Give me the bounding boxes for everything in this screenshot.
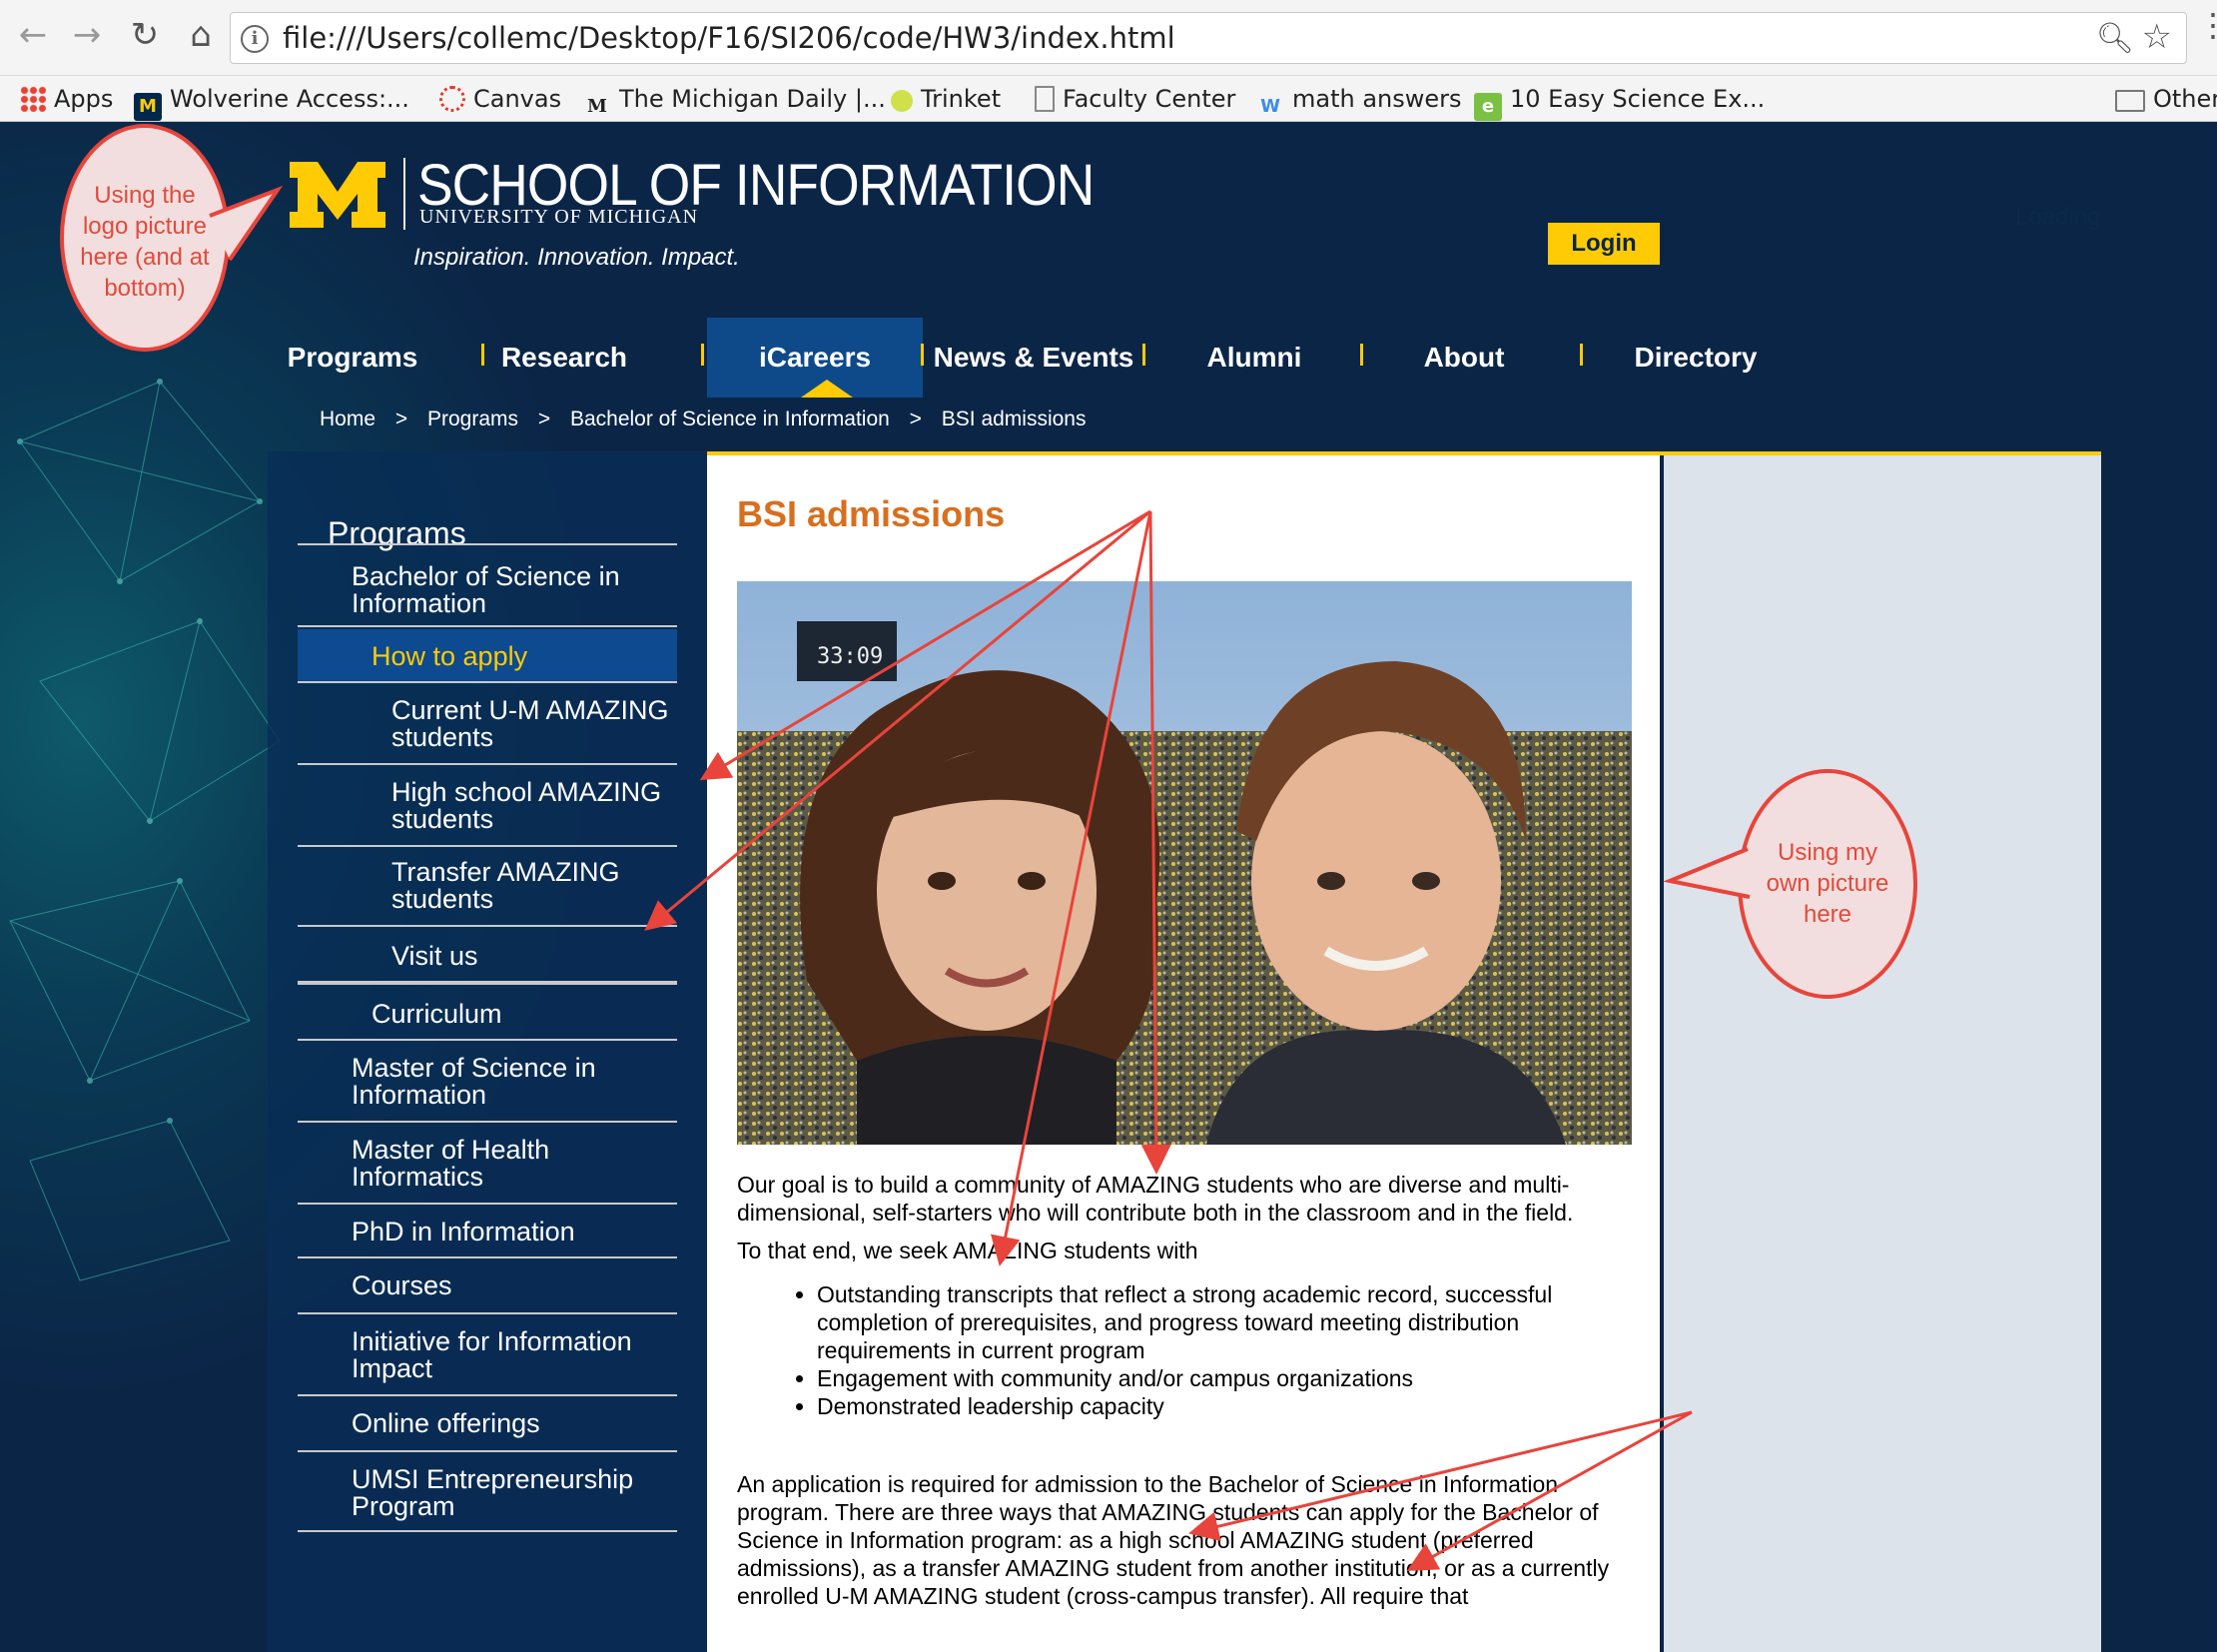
nav-separator <box>481 344 484 366</box>
list-item: Outstanding transcripts that reflect a s… <box>817 1280 1646 1364</box>
bookmark-label: Apps <box>54 85 114 113</box>
bookmark-star-icon[interactable]: ☆ <box>2142 17 2172 57</box>
nav-research[interactable]: Research <box>489 318 639 398</box>
browser-toolbar: ← → ↻ ⌂ i file:///Users/collemc/Desktop/… <box>0 0 2217 76</box>
login-button[interactable]: Login <box>1548 223 1660 265</box>
bookmark-label: math answers <box>1292 85 1462 113</box>
right-sidebar <box>1664 451 2101 1652</box>
sidebar-item-phd[interactable]: PhD in Information <box>298 1205 677 1258</box>
nav-separator <box>701 344 704 366</box>
michigan-daily-icon: M <box>587 96 607 117</box>
breadcrumb: Home > Programs > Bachelor of Science in… <box>320 408 1101 431</box>
student-photo: 33:09 <box>737 581 1632 1145</box>
bookmark-label: 10 Easy Science Ex... <box>1510 85 1766 113</box>
zoom-icon[interactable]: 🔍︎ <box>2096 21 2134 56</box>
breadcrumb-programs[interactable]: Programs <box>427 408 518 430</box>
sidebar-item-transfer-students[interactable]: Transfer AMAZING students <box>298 847 677 927</box>
bookmark-label: Faculty Center <box>1063 85 1236 113</box>
nav-news-events[interactable]: News & Events <box>927 318 1140 398</box>
university-name: UNIVERSITY OF MICHIGAN <box>419 206 699 228</box>
nav-separator <box>921 344 924 366</box>
w-icon: W <box>1260 96 1280 117</box>
bookmarks-bar: Apps M Wolverine Access:... Canvas M The M… <box>0 76 2217 122</box>
forward-arrow-icon[interactable]: → <box>66 14 108 56</box>
list-item: Demonstrated leadership capacity <box>817 1392 1646 1420</box>
page-title: BSI admissions <box>737 493 1006 534</box>
scoreboard-clock: 33:09 <box>817 644 883 669</box>
bookmark-label: Other <box>2153 85 2217 113</box>
sidebar-item-how-to-apply[interactable]: How to apply <box>298 629 677 683</box>
main-content: BSI admissions 33:09 Our goal is to buil… <box>707 451 1664 1652</box>
back-arrow-icon[interactable]: ← <box>12 14 54 56</box>
bookmark-michigan-daily[interactable]: M The Michigan Daily |... <box>583 80 886 118</box>
bookmark-label: Wolverine Access:... <box>170 85 409 113</box>
bookmark-apps[interactable]: Apps <box>20 80 113 118</box>
network-graphic <box>9 379 281 1281</box>
umich-logo <box>290 162 385 228</box>
reload-icon[interactable]: ↻ <box>124 14 166 56</box>
criteria-list: Outstanding transcripts that reflect a s… <box>787 1280 1646 1420</box>
breadcrumb-separator: > <box>909 408 922 430</box>
bookmark-other-folder[interactable]: Other <box>2115 80 2217 118</box>
bookmark-label: The Michigan Daily |... <box>619 85 886 113</box>
main-nav: Programs Research iCareers News & Events… <box>268 318 1766 398</box>
umich-m-icon: M <box>134 93 162 121</box>
sidebar-item-entrepreneurship[interactable]: UMSI Entrepreneurship Program <box>298 1452 677 1532</box>
application-paragraph: An application is required for admission… <box>737 1471 1610 1609</box>
breadcrumb-home[interactable]: Home <box>320 408 375 430</box>
home-icon[interactable]: ⌂ <box>180 14 222 56</box>
url-text[interactable]: file:///Users/collemc/Desktop/F16/SI206/… <box>283 21 1175 55</box>
bookmark-science-experiments[interactable]: e 10 Easy Science Ex... <box>1474 80 1766 121</box>
nav-separator <box>1580 344 1583 366</box>
annotation-logo-bubble: Using the logo picture here (and at bott… <box>60 124 230 352</box>
bookmark-trinket[interactable]: Trinket <box>891 80 1001 118</box>
intro-paragraph: Our goal is to build a community of AMAZ… <box>737 1172 1574 1226</box>
tagline: Inspiration. Innovation. Impact. <box>413 244 740 271</box>
sidebar: Programs Bachelor of Science in Informat… <box>268 451 707 1652</box>
breadcrumb-separator: > <box>537 408 551 430</box>
bookmark-faculty-center[interactable]: Faculty Center <box>1035 80 1235 118</box>
loading-text: Loading <box>2015 204 2101 231</box>
sidebar-item-msi[interactable]: Master of Science in Information <box>298 1041 677 1123</box>
sidebar-item-online-offerings[interactable]: Online offerings <box>298 1396 677 1452</box>
nav-separator <box>1360 344 1363 366</box>
nav-directory[interactable]: Directory <box>1596 318 1796 398</box>
evernote-icon: e <box>1474 93 1502 121</box>
breadcrumb-separator: > <box>394 408 408 430</box>
apps-grid-icon <box>20 86 46 112</box>
sidebar-title-rule <box>298 539 677 545</box>
nav-programs[interactable]: Programs <box>268 318 437 398</box>
sidebar-item-courses[interactable]: Courses <box>298 1258 677 1314</box>
list-item: Engagement with community and/or campus … <box>817 1364 1646 1392</box>
nav-alumni[interactable]: Alumni <box>1166 318 1342 398</box>
bookmark-math-answers[interactable]: Wmath answers <box>1256 80 1462 118</box>
sidebar-item-mhi[interactable]: Master of Health Informatics <box>298 1123 677 1205</box>
nav-separator <box>1142 344 1145 366</box>
sidebar-item-bsi[interactable]: Bachelor of Science in Information <box>298 547 677 627</box>
active-nav-indicator <box>801 380 853 398</box>
bookmark-canvas[interactable]: Canvas <box>439 80 561 118</box>
folder-icon <box>2115 90 2145 112</box>
sidebar-item-current-um-students[interactable]: Current U-M AMAZING students <box>298 683 677 765</box>
menu-dots-icon[interactable]: ⋮ <box>2197 9 2217 60</box>
bookmark-label: Canvas <box>473 85 562 113</box>
page-icon <box>1035 86 1055 112</box>
sidebar-item-curriculum[interactable]: Curriculum <box>298 985 677 1041</box>
sidebar-item-initiative[interactable]: Initiative for Information Impact <box>298 1314 677 1396</box>
canvas-icon <box>439 86 465 112</box>
bookmark-label: Trinket <box>921 85 1002 113</box>
info-icon[interactable]: i <box>241 25 269 53</box>
bookmark-wolverine-access[interactable]: M Wolverine Access:... <box>134 80 409 121</box>
nav-about[interactable]: About <box>1376 318 1552 398</box>
annotation-picture-bubble: Using my own picture here <box>1738 769 1917 999</box>
address-bar[interactable]: i file:///Users/collemc/Desktop/F16/SI20… <box>230 12 2187 64</box>
seek-paragraph: To that end, we seek AMAZING students wi… <box>737 1238 1198 1263</box>
sidebar-item-visit-us[interactable]: Visit us <box>298 927 677 985</box>
logo-divider <box>403 158 405 230</box>
breadcrumb-current: BSI admissions <box>941 408 1087 430</box>
trinket-icon <box>891 90 913 112</box>
breadcrumb-bsi[interactable]: Bachelor of Science in Information <box>570 408 890 430</box>
sidebar-item-high-school-students[interactable]: High school AMAZING students <box>298 765 677 847</box>
